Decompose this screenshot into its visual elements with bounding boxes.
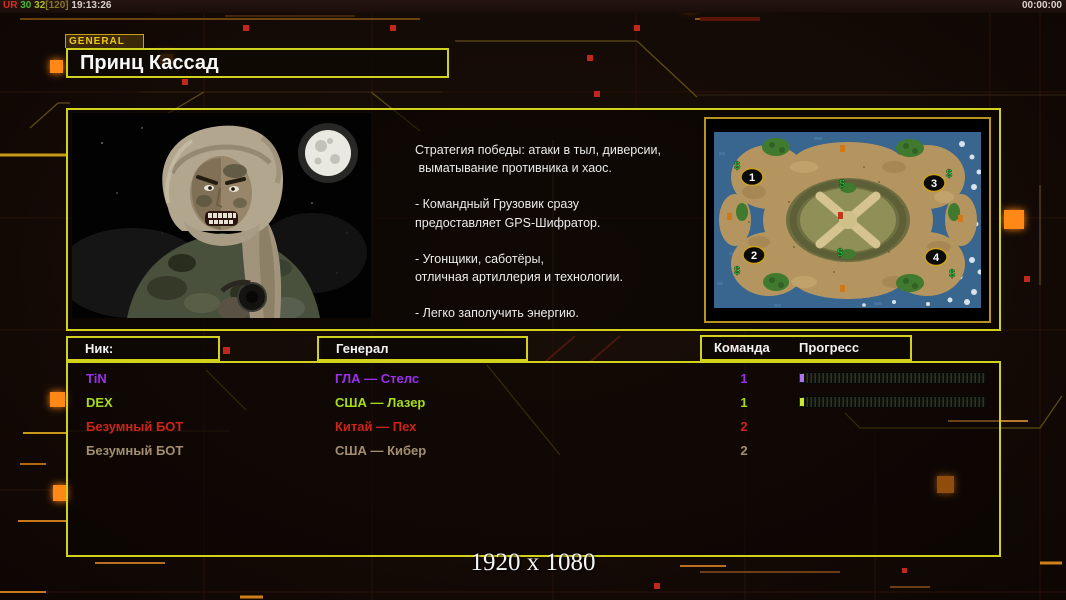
svg-text:3: 3 bbox=[931, 178, 937, 190]
svg-text:4: 4 bbox=[933, 252, 940, 264]
player-row-2: DEX США — Лазер 1 bbox=[68, 391, 999, 415]
map-preview-box: $ $ $ $ $ $ 1 bbox=[704, 117, 991, 323]
briefing-panel: Стратегия победы: атаки в тыл, диверсии,… bbox=[66, 108, 1001, 331]
portrait-image bbox=[72, 113, 371, 318]
player-row-3: Безумный БОТ Китай — Пех 2 bbox=[68, 415, 999, 439]
progress-fill bbox=[800, 398, 804, 406]
player-nick: DEX bbox=[86, 395, 113, 410]
team-header-label: Команда bbox=[714, 337, 770, 359]
progress-header-label: Прогресс bbox=[799, 337, 859, 359]
map-preview-image: $ $ $ $ $ $ 1 bbox=[714, 132, 981, 308]
start-position-3: 3 bbox=[923, 175, 945, 192]
player-nick: TiN bbox=[86, 371, 107, 386]
player-team: 1 bbox=[732, 395, 756, 410]
column-header-team-progress: Команда Прогресс bbox=[700, 335, 912, 361]
player-team: 1 bbox=[732, 371, 756, 386]
player-general: США — Лазер bbox=[335, 395, 425, 410]
player-general: Китай — Пех bbox=[335, 419, 416, 434]
column-header-general: Генерал bbox=[317, 336, 528, 361]
player-row-4: Безумный БОТ США — Кибер 2 bbox=[68, 439, 999, 463]
svg-text:$: $ bbox=[946, 168, 952, 180]
match-timer: 00:00:00 bbox=[1022, 0, 1062, 12]
nick-header-label: Ник: bbox=[68, 341, 113, 356]
debug-readout: UR 30 32[120] 19:13:26 bbox=[3, 0, 111, 12]
general-name-title: Принц Кассад bbox=[66, 48, 449, 78]
start-position-1: 1 bbox=[741, 169, 763, 186]
svg-text:$: $ bbox=[837, 247, 843, 259]
resolution-label: 1920 x 1080 bbox=[0, 549, 1066, 577]
player-table: TiN ГЛА — Стелс 1 DEX США — Лазер 1 Безу… bbox=[66, 361, 1001, 557]
svg-text:1: 1 bbox=[749, 172, 755, 184]
strategy-briefing-text: Стратегия победы: атаки в тыл, диверсии,… bbox=[415, 141, 715, 322]
player-team: 2 bbox=[732, 419, 756, 434]
svg-text:$: $ bbox=[734, 265, 740, 277]
player-team: 2 bbox=[732, 443, 756, 458]
load-progress-bar bbox=[798, 372, 987, 384]
player-general: США — Кибер bbox=[335, 443, 426, 458]
svg-text:$: $ bbox=[734, 160, 740, 172]
load-progress-bar bbox=[798, 396, 987, 408]
debug-bracket: [120] bbox=[45, 0, 68, 11]
player-nick: Безумный БОТ bbox=[86, 419, 183, 434]
svg-text:$: $ bbox=[839, 178, 845, 190]
debug-clock: 19:13:26 bbox=[71, 0, 111, 11]
debug-fps: 30 bbox=[20, 0, 31, 11]
top-debug-bar: UR 30 32[120] 19:13:26 00:00:00 bbox=[0, 0, 1066, 13]
start-position-2: 2 bbox=[743, 247, 765, 264]
debug-ur: UR bbox=[3, 0, 17, 11]
player-row-1: TiN ГЛА — Стелс 1 bbox=[68, 367, 999, 391]
svg-text:$: $ bbox=[949, 268, 955, 280]
general-header-label: Генерал bbox=[319, 341, 388, 356]
start-position-4: 4 bbox=[925, 249, 947, 266]
debug-n: 32 bbox=[34, 0, 45, 11]
general-tab-label: GENERAL bbox=[65, 34, 144, 48]
general-portrait bbox=[72, 113, 371, 318]
player-general: ГЛА — Стелс bbox=[335, 371, 419, 386]
svg-text:2: 2 bbox=[751, 250, 757, 262]
column-header-nick: Ник: bbox=[66, 336, 220, 361]
progress-fill bbox=[800, 374, 804, 382]
player-nick: Безумный БОТ bbox=[86, 443, 183, 458]
